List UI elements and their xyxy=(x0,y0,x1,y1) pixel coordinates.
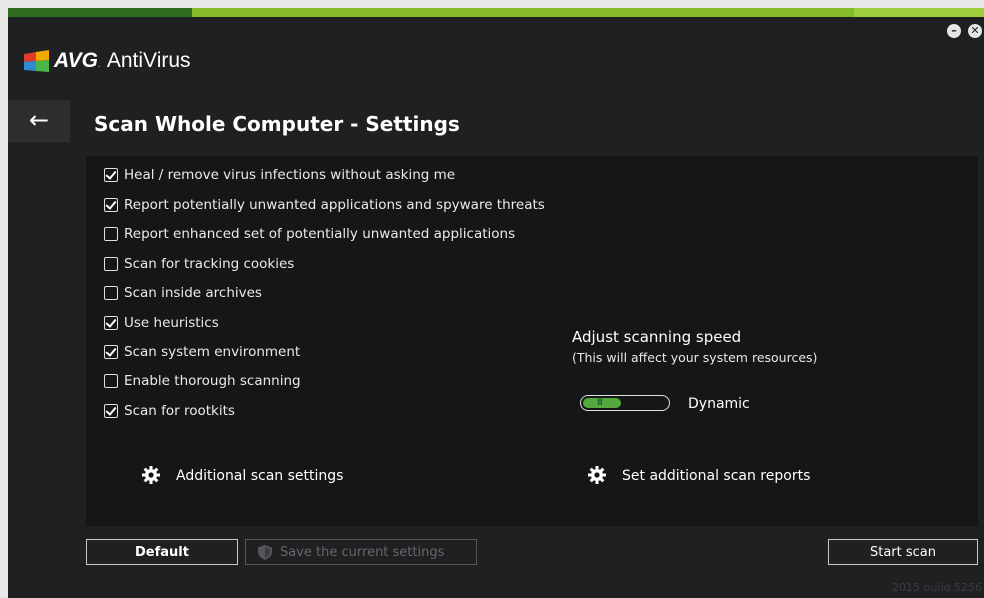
brand-name: AntiVirus xyxy=(106,49,191,72)
slider-fill: III xyxy=(583,398,621,408)
save-button-label: Save the current settings xyxy=(280,545,445,560)
slider-grip[interactable]: III xyxy=(597,398,603,408)
page-title: Scan Whole Computer - Settings xyxy=(94,112,460,136)
checkbox[interactable] xyxy=(104,168,118,182)
checkbox[interactable] xyxy=(104,374,118,388)
checkbox[interactable] xyxy=(104,404,118,418)
avg-logo-icon xyxy=(24,50,49,72)
build-info: 2015 build 5256 xyxy=(891,581,982,594)
option-report-pua[interactable]: Report potentially unwanted applications… xyxy=(104,196,545,214)
option-rootkits[interactable]: Scan for rootkits xyxy=(104,402,235,420)
save-settings-button[interactable]: Save the current settings xyxy=(245,539,477,565)
option-heuristics[interactable]: Use heuristics xyxy=(104,314,219,332)
speed-subtitle: (This will affect your system resources) xyxy=(572,350,818,365)
speed-title: Adjust scanning speed xyxy=(572,328,742,346)
option-heal[interactable]: Heal / remove virus infections without a… xyxy=(104,166,455,184)
app-window: – ✕ AVG. AntiVirus ← Scan Whole Computer… xyxy=(8,8,984,598)
option-tracking-cookies[interactable]: Scan for tracking cookies xyxy=(104,255,294,273)
checkbox[interactable] xyxy=(104,316,118,330)
additional-scan-reports-link[interactable]: Set additional scan reports xyxy=(622,468,810,484)
arrow-left-icon: ← xyxy=(28,106,50,134)
option-label: Enable thorough scanning xyxy=(124,373,301,389)
checkbox[interactable] xyxy=(104,345,118,359)
checkbox[interactable] xyxy=(104,198,118,212)
gear-icon[interactable] xyxy=(588,466,606,484)
back-button[interactable]: ← xyxy=(8,100,70,142)
option-label: Scan inside archives xyxy=(124,285,262,301)
option-label: Scan for rootkits xyxy=(124,403,235,419)
checkbox[interactable] xyxy=(104,257,118,271)
option-archives[interactable]: Scan inside archives xyxy=(104,284,262,302)
additional-scan-settings-link[interactable]: Additional scan settings xyxy=(176,468,343,484)
option-report-enhanced-pua[interactable]: Report enhanced set of potentially unwan… xyxy=(104,225,515,243)
checkbox[interactable] xyxy=(104,227,118,241)
top-accent-stripe xyxy=(8,8,984,17)
close-icon[interactable]: ✕ xyxy=(968,24,982,38)
scan-speed-slider[interactable]: III xyxy=(580,395,670,411)
shield-icon xyxy=(258,545,272,560)
option-label: Scan for tracking cookies xyxy=(124,256,295,272)
default-button[interactable]: Default xyxy=(86,539,238,565)
option-label: Use heuristics xyxy=(124,315,219,331)
minimize-icon[interactable]: – xyxy=(947,24,961,38)
brand-bold: AVG xyxy=(54,49,98,72)
option-label: Scan system environment xyxy=(124,344,301,360)
option-label: Report enhanced set of potentially unwan… xyxy=(124,226,516,242)
start-scan-button[interactable]: Start scan xyxy=(828,539,978,565)
app-brand: AVG. AntiVirus xyxy=(54,49,191,72)
option-label: Report potentially unwanted applications… xyxy=(124,197,545,213)
checkbox[interactable] xyxy=(104,286,118,300)
speed-value-label: Dynamic xyxy=(688,396,750,412)
option-thorough-scanning[interactable]: Enable thorough scanning xyxy=(104,372,301,390)
option-label: Heal / remove virus infections without a… xyxy=(124,167,456,183)
settings-panel: Heal / remove virus infections without a… xyxy=(86,156,978,526)
option-system-environment[interactable]: Scan system environment xyxy=(104,343,300,361)
gear-icon[interactable] xyxy=(142,466,160,484)
